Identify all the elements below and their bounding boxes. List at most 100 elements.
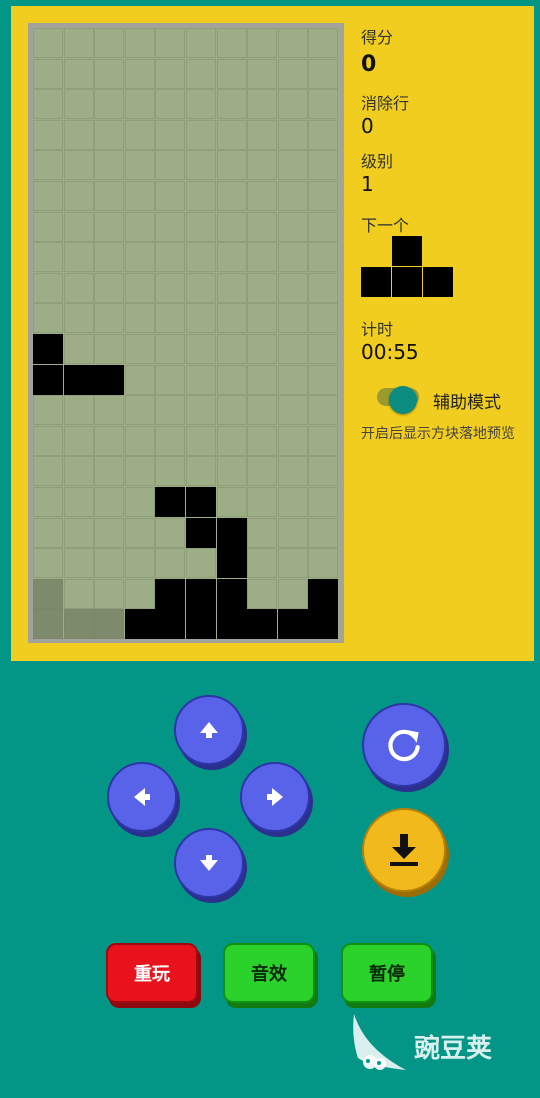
board-cell (308, 334, 339, 364)
board-cell (308, 28, 339, 58)
board-cell (33, 517, 63, 548)
board-cell (277, 487, 308, 517)
board-cell (247, 456, 278, 487)
board-cell-filled (216, 578, 247, 609)
timer-label: 计时 (361, 320, 394, 339)
board-cell (155, 119, 186, 150)
hard-drop-button[interactable] (362, 808, 446, 892)
board-cell (94, 456, 125, 487)
board-cell (186, 548, 216, 579)
board-cell (33, 119, 63, 150)
pause-button[interactable]: 暂停 (341, 943, 433, 1003)
game-panel: 得分 0 消除行 0 级别 1 下一个 计时 00:55 辅助模式 开启后显示方… (11, 6, 534, 661)
board-cell (216, 425, 247, 456)
board-cell (247, 58, 278, 89)
board-cell (277, 119, 308, 150)
board-cell (63, 242, 94, 273)
assist-toggle-knob[interactable] (389, 386, 417, 414)
board-cell (63, 395, 94, 426)
board-cell (94, 119, 125, 150)
board-cell (124, 242, 155, 273)
board-cell (308, 303, 339, 334)
level-label: 级别 (361, 152, 394, 171)
board-cell (308, 181, 339, 211)
board-cell (216, 150, 247, 181)
up-button[interactable] (174, 695, 244, 765)
board-cell (277, 28, 308, 58)
sound-button[interactable]: 音效 (223, 943, 315, 1003)
board-cell (155, 425, 186, 456)
arrow-left-icon (134, 788, 150, 806)
board-cell (33, 548, 63, 579)
board-cell (155, 548, 186, 579)
board-cell (33, 181, 63, 211)
board-cell (308, 456, 339, 487)
board-cell (155, 364, 186, 395)
right-button[interactable] (240, 762, 310, 832)
board-cell (63, 578, 94, 609)
board-cell (216, 242, 247, 273)
board-cell (124, 181, 155, 211)
board-cell (63, 181, 94, 211)
board-cell (63, 89, 94, 120)
board-cell (277, 517, 308, 548)
board-cell (124, 211, 155, 242)
board-cell (63, 303, 94, 334)
board-cell (63, 456, 94, 487)
board-cell (216, 395, 247, 426)
board-cell (63, 119, 94, 150)
board-cell-ghost (63, 609, 94, 640)
board-cell (247, 211, 278, 242)
board-cell (124, 303, 155, 334)
board-cell (33, 150, 63, 181)
board-cell (247, 364, 278, 395)
down-button[interactable] (174, 828, 244, 898)
next-label: 下一个 (361, 216, 410, 235)
board-cell (277, 303, 308, 334)
board-cell (155, 334, 186, 364)
board-cell (216, 89, 247, 120)
board-cell (308, 242, 339, 273)
board-cell-filled (308, 578, 339, 609)
board-cell (155, 58, 186, 89)
left-button[interactable] (107, 762, 177, 832)
board-cell (308, 395, 339, 426)
board-cell (124, 89, 155, 120)
board-cell (186, 364, 216, 395)
board-cell (33, 395, 63, 426)
board-cell (94, 181, 125, 211)
board-cell (247, 517, 278, 548)
board-cell-filled (33, 334, 63, 364)
board-cell (94, 58, 125, 89)
board-cell-filled (94, 364, 125, 395)
board-cell (308, 119, 339, 150)
board-cell-ghost (33, 578, 63, 609)
board-cell (33, 58, 63, 89)
board-cell (94, 548, 125, 579)
board-cell (277, 334, 308, 364)
board-cell-filled (33, 364, 63, 395)
rotate-button[interactable] (362, 703, 446, 787)
board-cell (216, 364, 247, 395)
board-cell (186, 242, 216, 273)
board-cell-filled (186, 487, 216, 517)
score-value: 0 (361, 52, 377, 77)
hard-drop-icon (390, 834, 418, 866)
board-cell (94, 28, 125, 58)
board-cell (308, 58, 339, 89)
restart-button[interactable]: 重玩 (106, 943, 198, 1003)
board-cell (155, 303, 186, 334)
board-cell (308, 487, 339, 517)
board-cell (216, 272, 247, 303)
board-cell (216, 119, 247, 150)
watermark: 豌豆荚 (350, 1012, 520, 1074)
board-cell (247, 150, 278, 181)
board-cell (216, 456, 247, 487)
next-piece-cell (361, 267, 391, 297)
board-cell (216, 303, 247, 334)
board-cell (216, 58, 247, 89)
board-cell (247, 119, 278, 150)
board-cell (63, 272, 94, 303)
board-cell-filled (186, 609, 216, 640)
board-cell-filled (216, 548, 247, 579)
